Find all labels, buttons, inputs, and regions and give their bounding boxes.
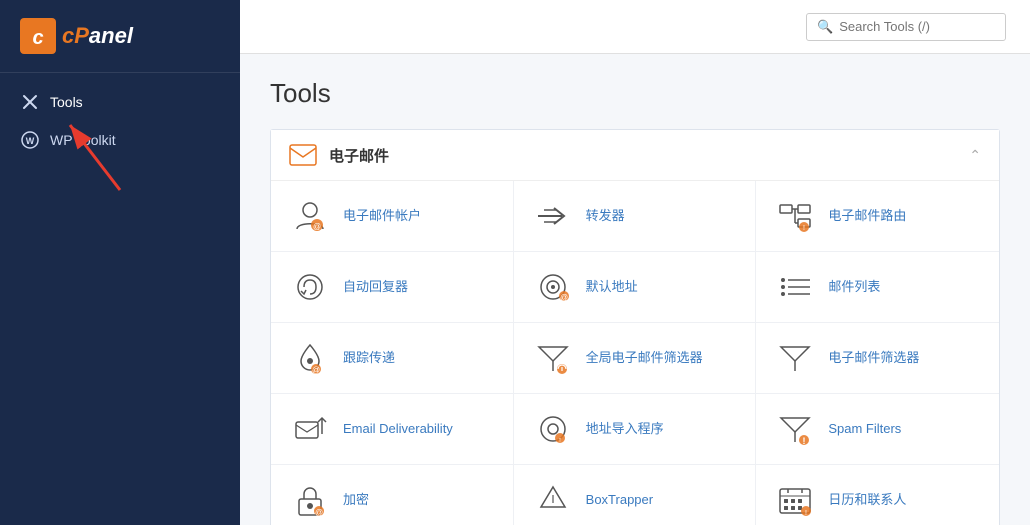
svg-text:!: ! <box>805 510 807 517</box>
email-accounts-label: 电子邮件帐户 <box>343 208 421 225</box>
tool-default-address[interactable]: @ 默认地址 <box>514 252 757 323</box>
cpanel-logo-icon: c <box>20 18 56 54</box>
tool-boxtrapper[interactable]: BoxTrapper <box>514 465 757 525</box>
tool-address-importer[interactable]: ↑ 地址导入程序 <box>514 394 757 465</box>
email-section-label: 电子邮件 <box>329 145 389 166</box>
topbar: 🔍 <box>240 0 1030 54</box>
main-content: 🔍 Tools 电子邮件 ⌃ <box>240 0 1030 525</box>
email-section-icon <box>289 144 317 166</box>
svg-text:!: ! <box>803 436 806 446</box>
default-address-icon: @ <box>534 268 572 306</box>
spam-filters-icon: ! <box>776 410 814 448</box>
email-filters-label: 电子邮件筛选器 <box>828 350 919 367</box>
sidebar: c cPanel Tools W WP Toolk <box>0 0 240 525</box>
tool-forwarders[interactable]: 转发器 <box>514 181 757 252</box>
autoresponders-icon <box>291 268 329 306</box>
boxtrapper-icon <box>534 481 572 519</box>
global-email-filters-label: 全局电子邮件筛选器 <box>586 350 703 367</box>
tools-grid: @ 电子邮件帐户 转发器 <box>271 181 999 525</box>
search-icon: 🔍 <box>817 19 833 35</box>
logo-area: c cPanel <box>0 0 240 73</box>
tool-email-filters[interactable]: 电子邮件筛选器 <box>756 323 999 394</box>
spam-filters-label: Spam Filters <box>828 421 901 438</box>
cpanel-logo: c cPanel <box>20 18 220 54</box>
track-delivery-icon: @ <box>291 339 329 377</box>
email-routing-icon: ! <box>776 197 814 235</box>
address-importer-icon: ↑ <box>534 410 572 448</box>
tools-label: Tools <box>50 94 83 110</box>
tool-track-delivery[interactable]: @ 跟踪传递 <box>271 323 514 394</box>
forwarders-label: 转发器 <box>586 208 625 225</box>
tool-email-accounts[interactable]: @ 电子邮件帐户 <box>271 181 514 252</box>
mailing-lists-label: 邮件列表 <box>828 279 880 296</box>
search-tools-box[interactable]: 🔍 <box>806 13 1006 41</box>
tool-mailing-lists[interactable]: 邮件列表 <box>756 252 999 323</box>
svg-text:W: W <box>26 136 35 146</box>
tool-email-routing[interactable]: ! 电子邮件路由 <box>756 181 999 252</box>
wp-icon: W <box>20 131 40 149</box>
encryption-label: 加密 <box>343 492 369 509</box>
search-tools-input[interactable] <box>839 19 995 34</box>
tool-encryption[interactable]: @ 加密 <box>271 465 514 525</box>
svg-text:c: c <box>32 27 43 49</box>
email-accounts-icon: @ <box>291 197 329 235</box>
global-email-filters-icon <box>534 339 572 377</box>
boxtrapper-label: BoxTrapper <box>586 492 653 509</box>
email-deliverability-icon <box>291 410 329 448</box>
track-delivery-label: 跟踪传递 <box>343 350 395 367</box>
svg-text:@: @ <box>315 508 323 517</box>
address-importer-label: 地址导入程序 <box>586 421 664 438</box>
mailing-lists-icon <box>776 268 814 306</box>
tool-autoresponders[interactable]: 自动回复器 <box>271 252 514 323</box>
tool-spam-filters[interactable]: ! Spam Filters <box>756 394 999 465</box>
calendar-contacts-label: 日历和联系人 <box>828 492 906 509</box>
email-routing-label: 电子邮件路由 <box>828 208 906 225</box>
page-title: Tools <box>270 78 1000 109</box>
default-address-label: 默认地址 <box>586 279 638 296</box>
svg-text:@: @ <box>313 222 321 231</box>
content-area: Tools 电子邮件 ⌃ <box>240 54 1030 525</box>
autoresponders-label: 自动回复器 <box>343 279 408 296</box>
tools-icon <box>20 93 40 111</box>
forwarders-icon <box>534 197 572 235</box>
svg-text:@: @ <box>312 366 320 375</box>
calendar-contacts-icon: ! <box>776 481 814 519</box>
tool-email-deliverability[interactable]: Email Deliverability <box>271 394 514 465</box>
svg-text:↑: ↑ <box>558 437 562 444</box>
tool-global-email-filters[interactable]: 全局电子邮件筛选器 <box>514 323 757 394</box>
annotation-arrow <box>50 115 150 195</box>
chevron-up-icon[interactable]: ⌃ <box>969 147 981 164</box>
cpanel-logo-text: cPanel <box>62 23 133 49</box>
email-deliverability-label: Email Deliverability <box>343 421 453 438</box>
svg-text:@: @ <box>560 293 568 302</box>
email-section-header-left: 电子邮件 <box>289 144 389 166</box>
email-section: 电子邮件 ⌃ @ 电子邮件帐户 <box>270 129 1000 525</box>
tool-calendar-contacts[interactable]: ! 日历和联系人 <box>756 465 999 525</box>
encryption-icon: @ <box>291 481 329 519</box>
email-filters-icon <box>776 339 814 377</box>
svg-text:!: ! <box>803 225 805 232</box>
email-section-header[interactable]: 电子邮件 ⌃ <box>271 130 999 181</box>
